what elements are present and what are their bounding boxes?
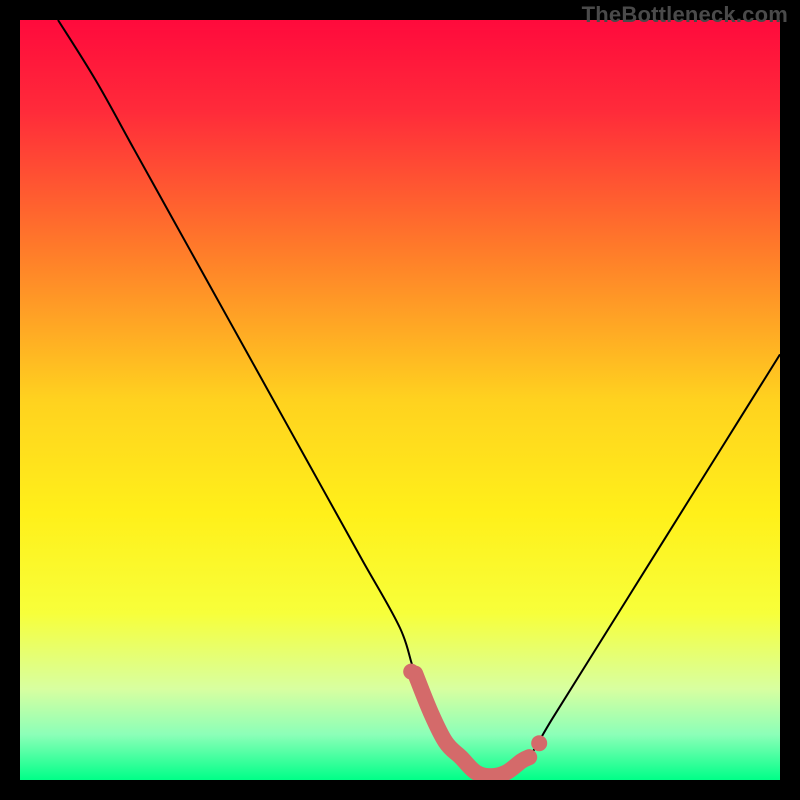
bottleneck-chart	[20, 20, 780, 780]
gradient-background	[20, 20, 780, 780]
chart-frame: TheBottleneck.com	[0, 0, 800, 800]
highlight-dot	[531, 735, 547, 751]
highlight-dot	[403, 664, 419, 680]
plot-area	[20, 20, 780, 780]
watermark-text: TheBottleneck.com	[582, 2, 788, 28]
